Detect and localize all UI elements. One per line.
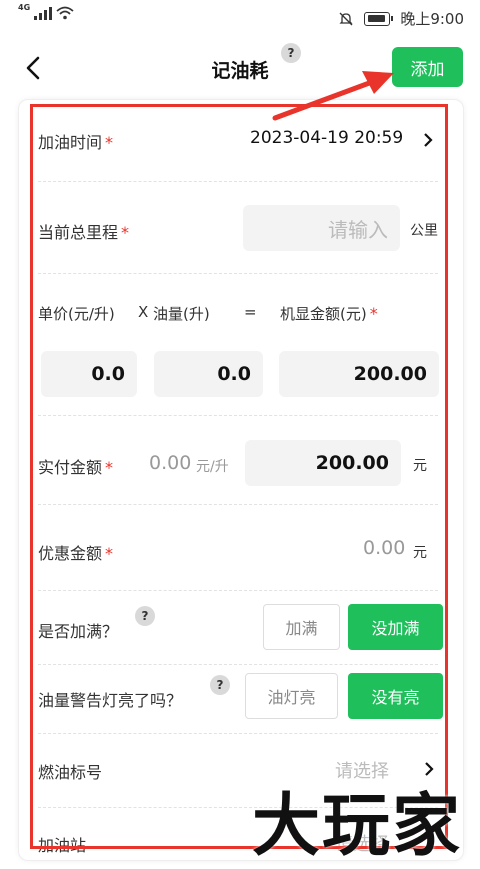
status-left: 4G: [18, 3, 74, 20]
unit-price-input[interactable]: 0.0: [41, 351, 137, 397]
discount-row: 优惠金额 * 0.00 元: [38, 537, 438, 565]
actual-paid-unit: 元: [413, 458, 427, 474]
actual-paid-label: 实付金额 *: [38, 458, 114, 477]
unit-price-label: 单价(元/升): [38, 305, 115, 323]
fuel-grade-label: 燃油标号: [38, 763, 103, 782]
total-mileage-row: 当前总里程 * 请输入 公里: [38, 205, 438, 251]
wifi-icon: [56, 6, 74, 20]
divider: [38, 664, 438, 665]
multiply-sign: X: [138, 303, 149, 321]
per-liter-value: 0.00: [149, 452, 192, 474]
divider: [38, 590, 438, 591]
chevron-right-icon: [424, 133, 433, 147]
discount-label: 优惠金额 *: [38, 544, 114, 563]
refuel-time-label: 加油时间 *: [38, 133, 114, 152]
full-tank-option-full[interactable]: 加满: [263, 604, 340, 650]
required-mark: *: [105, 133, 114, 152]
help-icon[interactable]: ?: [210, 675, 230, 695]
required-mark: *: [369, 304, 378, 323]
required-mark: *: [105, 458, 114, 477]
add-button[interactable]: 添加: [392, 47, 463, 87]
price-labels-row: 单价(元/升) X 油量(升) = 机显金额(元) *: [38, 303, 438, 327]
full-tank-row: 是否加满？ ? 加满 没加满: [38, 604, 443, 650]
per-liter-unit: 元/升: [196, 459, 229, 475]
divider: [38, 181, 438, 182]
required-mark: *: [121, 223, 130, 242]
divider: [38, 415, 438, 416]
machine-amount-label: 机显金额(元) *: [280, 304, 378, 323]
mileage-unit: 公里: [410, 223, 438, 239]
gas-station-label: 加油站: [38, 836, 87, 855]
volume-label: 油量(升): [153, 305, 210, 323]
network-type: 4G: [18, 3, 31, 12]
help-icon[interactable]: ?: [281, 43, 301, 63]
fuel-warning-row: 油量警告灯亮了吗？ ? 油灯亮 没有亮: [38, 673, 443, 719]
required-mark: *: [105, 544, 114, 563]
fuel-warning-option-off[interactable]: 没有亮: [348, 673, 443, 719]
status-right: 晚上9:00: [338, 8, 464, 29]
volume-input[interactable]: 0.0: [154, 351, 263, 397]
fuel-warning-option-on[interactable]: 油灯亮: [245, 673, 338, 719]
full-tank-label: 是否加满？: [38, 622, 119, 641]
actual-paid-row: 实付金额 * 0.00 元/升 200.00 元: [38, 440, 438, 486]
machine-amount-input[interactable]: 200.00: [279, 351, 439, 397]
refuel-time-row[interactable]: 加油时间 * 2023-04-19 20:59: [38, 126, 438, 154]
discount-unit: 元: [413, 545, 427, 561]
fuel-warning-label: 油量警告灯亮了吗？: [38, 691, 183, 710]
status-bar: 4G 晚上9:00: [0, 0, 480, 34]
refuel-time-value: 2023-04-19 20:59: [250, 128, 404, 148]
equals-sign: =: [244, 303, 257, 321]
actual-paid-input[interactable]: 200.00: [245, 440, 401, 486]
watermark: 大玩家: [252, 787, 463, 866]
status-time: 晚上9:00: [400, 10, 464, 28]
divider: [38, 733, 438, 734]
nav-bar: 记油耗 ? 添加: [0, 38, 480, 98]
total-mileage-label: 当前总里程 *: [38, 223, 130, 242]
signal-icon: [34, 6, 53, 20]
full-tank-option-not-full[interactable]: 没加满: [348, 604, 443, 650]
divider: [38, 504, 438, 505]
total-mileage-input[interactable]: 请输入: [243, 205, 400, 251]
mute-bell-icon: [339, 12, 353, 25]
help-icon[interactable]: ?: [135, 606, 155, 626]
discount-value[interactable]: 0.00: [363, 537, 405, 559]
battery-icon: [364, 11, 394, 26]
divider: [38, 273, 438, 274]
